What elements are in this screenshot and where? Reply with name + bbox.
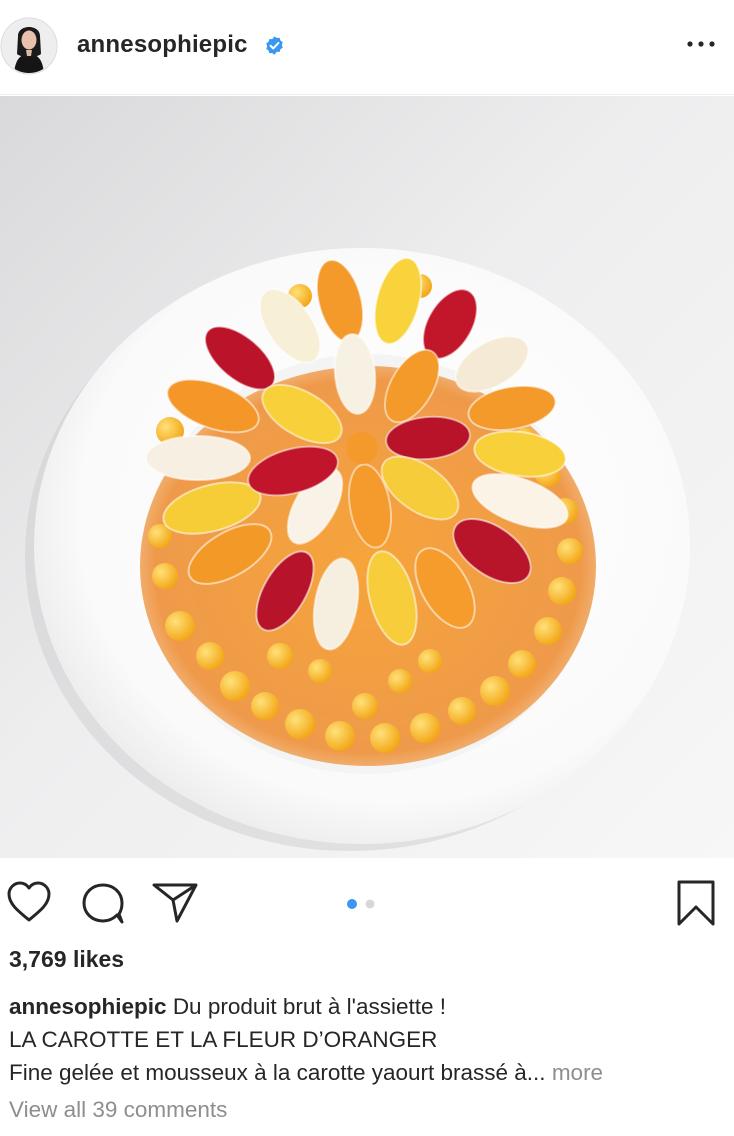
caption-username[interactable]: annesophiepic: [9, 994, 167, 1019]
username[interactable]: annesophiepic: [77, 31, 248, 59]
caption-text-3: Fine gelée et mousseux à la carotte yaou…: [9, 1060, 546, 1085]
avatar[interactable]: [0, 14, 58, 78]
post-photo[interactable]: [0, 96, 734, 858]
bookmark-icon[interactable]: [674, 879, 718, 927]
verified-badge-icon: [264, 35, 285, 56]
likes-count[interactable]: 3,769 likes: [9, 946, 124, 973]
heart-icon[interactable]: [6, 880, 52, 924]
carousel-dot-active: [347, 899, 357, 909]
more-link[interactable]: more: [552, 1060, 603, 1085]
view-comments-link[interactable]: View all 39 comments: [9, 1097, 227, 1123]
caption-line-3: Fine gelée et mousseux à la carotte yaou…: [9, 1056, 725, 1089]
paper-plane-icon[interactable]: [150, 879, 200, 925]
caption-line-1: annesophiepic Du produit brut à l'assiet…: [9, 990, 725, 1023]
caption-line-2: LA CAROTTE ET LA FLEUR D’ORANGER: [9, 1027, 438, 1052]
caption: annesophiepic Du produit brut à l'assiet…: [9, 990, 725, 1089]
post-header: annesophiepic: [0, 0, 734, 95]
comment-bubble-icon[interactable]: [80, 880, 126, 926]
action-bar: [0, 858, 734, 944]
carousel-dot: [365, 899, 375, 909]
more-options-icon[interactable]: [684, 34, 718, 54]
carousel-indicator: [344, 897, 378, 909]
caption-text-1: Du produit brut à l'assiette !: [172, 994, 446, 1019]
